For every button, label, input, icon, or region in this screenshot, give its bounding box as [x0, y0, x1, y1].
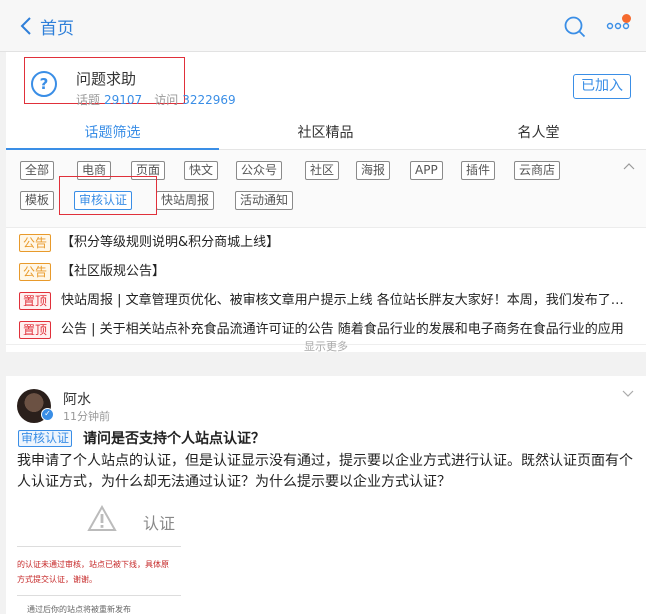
filter-tag-weekly-report[interactable]: 快站周报 — [156, 191, 215, 210]
post-title[interactable]: 请问是否支持个人站点认证？ — [83, 430, 265, 448]
app-screen: 首页 ? 问题求助 话题 29107 访问 3222969 已加入 话题筛选 社区精品… — [0, 0, 646, 614]
topic-card: ? 问题求助 话题 29107 访问 3222969 已加入 话题筛选 社区精品 名人… — [6, 52, 646, 352]
notification-dot — [622, 14, 631, 23]
search-icon[interactable] — [563, 15, 587, 39]
question-icon: ? — [31, 71, 57, 97]
back-label: 首页 — [40, 18, 74, 39]
verified-icon: ✓ — [41, 408, 54, 421]
image-caption: 认证 — [143, 514, 176, 533]
filter-tag-app[interactable]: APP — [410, 161, 443, 180]
notice-text: 【积分等级规则说明&积分商城上线】 — [61, 235, 280, 250]
tab-community-picks[interactable]: 社区精品 — [219, 118, 432, 149]
notice-row[interactable]: 公告 【积分等级规则说明&积分商城上线】 — [6, 229, 646, 258]
topics-label: 话题 — [76, 93, 101, 107]
post-body: 我申请了个人站点的认证，但是认证显示没有通过，提示要以企业方式进行认证。既然认证… — [17, 453, 633, 490]
filter-tag-poster[interactable]: 海报 — [356, 161, 391, 180]
chevron-down-icon[interactable] — [622, 390, 634, 398]
filter-panel: 全部 电商 页面 快文 公众号 社区 海报 APP 插件 云商店 模板 审核认证… — [6, 150, 646, 228]
author-name[interactable]: 阿水 — [63, 389, 91, 409]
filter-tag-event-notice[interactable]: 活动通知 — [235, 191, 294, 210]
tab-topic-filter[interactable]: 话题筛选 — [6, 118, 219, 150]
post-category-tag[interactable]: 审核认证 — [18, 430, 73, 447]
chevron-left-icon — [20, 17, 31, 35]
filter-tag-quick-article[interactable]: 快文 — [184, 161, 219, 180]
notice-text: 【社区版规公告】 — [61, 264, 166, 279]
topic-title: 问题求助 — [76, 70, 137, 88]
notice-row[interactable]: 公告 【社区版规公告】 — [6, 258, 646, 287]
announcement-badge: 公告 — [19, 263, 52, 281]
filter-tag-official-account[interactable]: 公众号 — [236, 161, 283, 180]
post-image[interactable]: 认证 的认证未通过审核，站点已被下线，具体原 方式提交认证，谢谢。 通过后你的站… — [17, 500, 181, 614]
filter-tag-cloud-store[interactable]: 云商店 — [514, 161, 561, 180]
filter-tag-template[interactable]: 模板 — [20, 191, 55, 210]
image-warning-text: 的认证未通过审核，站点已被下线，具体原 方式提交认证，谢谢。 — [17, 557, 181, 587]
post-time: 11分钟前 — [63, 410, 110, 423]
pinned-badge: 置顶 — [19, 292, 52, 310]
filter-tag-all[interactable]: 全部 — [20, 161, 55, 180]
announcement-badge: 公告 — [19, 234, 52, 252]
topic-header: ? 问题求助 话题 29107 访问 3222969 已加入 — [6, 52, 646, 118]
pinned-badge: 置顶 — [19, 321, 52, 339]
filter-tag-plugin[interactable]: 插件 — [461, 161, 496, 180]
notice-text: 快站周报 | 文章管理页优化、被审核文章用户提示上线 各位站长胖友大家好！本周，… — [61, 293, 631, 308]
topic-stats: 话题 29107 访问 3222969 — [76, 91, 248, 108]
image-line-2: 方式提交认证，谢谢。 — [17, 575, 97, 584]
notice-row[interactable]: 置顶 快站周报 | 文章管理页优化、被审核文章用户提示上线 各位站长胖友大家好！… — [6, 287, 646, 316]
tab-bar: 话题筛选 社区精品 名人堂 — [6, 118, 646, 150]
joined-button[interactable]: 已加入 — [573, 74, 631, 99]
image-divider — [17, 595, 181, 596]
show-more-link[interactable]: 显示更多 — [6, 341, 646, 352]
topics-count: 29107 — [104, 93, 143, 107]
filter-tag-community[interactable]: 社区 — [305, 161, 340, 180]
top-nav-bar: 首页 — [0, 0, 646, 52]
visits-count: 3222969 — [182, 93, 236, 107]
highlight-box-filter — [59, 176, 157, 215]
image-footer-text: 通过后你的站点将被重新发布 — [27, 605, 131, 614]
image-line-1: 的认证未通过审核，站点已被下线，具体原 — [17, 560, 169, 569]
warning-icon — [87, 505, 117, 531]
chevron-up-icon[interactable] — [623, 162, 635, 170]
notice-text: 公告 | 关于相关站点补充食品流通许可证的公告 随着食品行业的发展和电子商务在食… — [61, 322, 624, 337]
image-divider — [17, 546, 181, 547]
tab-hall-of-fame[interactable]: 名人堂 — [432, 118, 645, 149]
post-card[interactable]: ✓ 阿水 11分钟前 审核认证 请问是否支持个人站点认证？ 我申请了个人站点的认… — [6, 376, 646, 614]
visits-label: 访问 — [154, 93, 179, 107]
back-button[interactable]: 首页 — [20, 12, 74, 40]
